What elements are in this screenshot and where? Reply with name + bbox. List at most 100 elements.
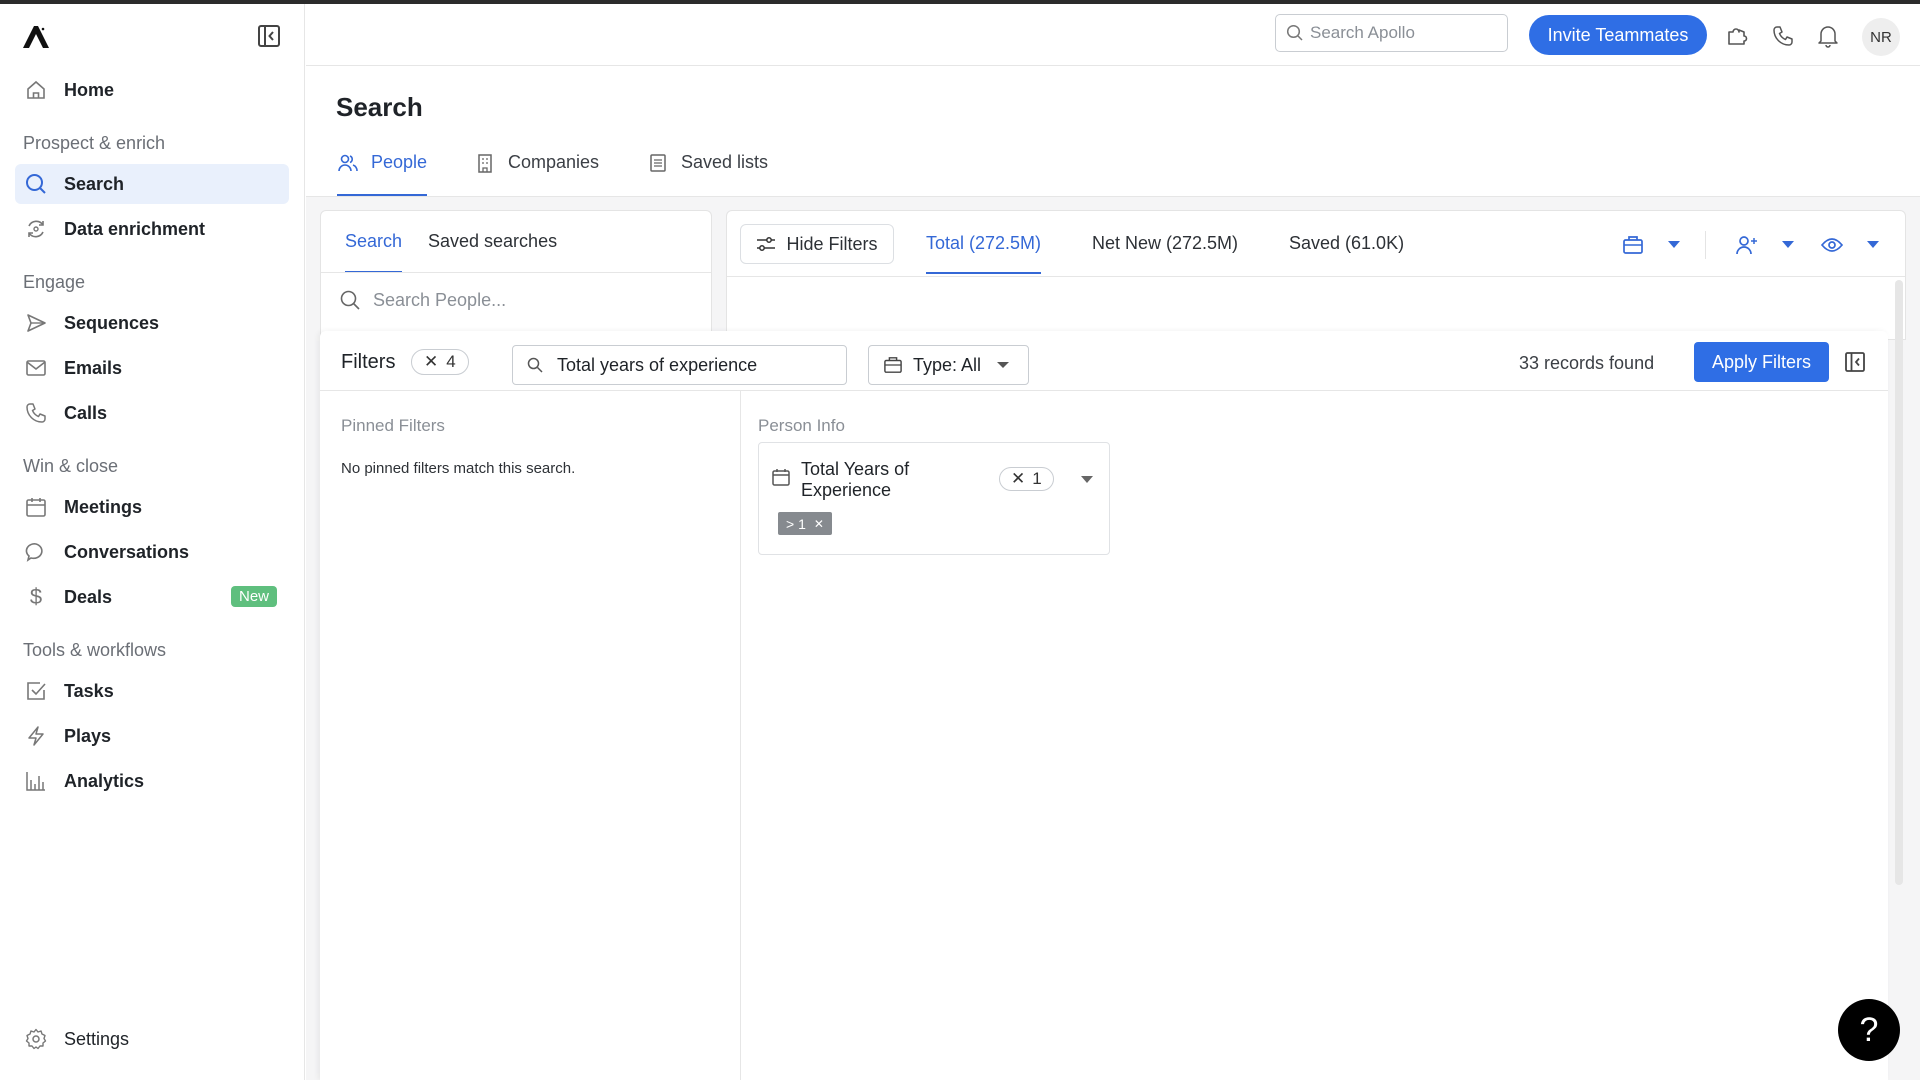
filter-card-count: 1 [1032, 469, 1042, 488]
sidebar-item-home[interactable]: Home [15, 70, 289, 110]
home-icon [23, 77, 49, 103]
filter-card-total-years-experience[interactable]: Total Years of Experience ✕ 1 > 1 ✕ [758, 442, 1110, 555]
tab-companies[interactable]: Companies [474, 152, 599, 196]
results-scrollbar[interactable] [1895, 280, 1903, 885]
user-avatar[interactable]: NR [1862, 18, 1900, 56]
sidebar-item-label: Sequences [64, 312, 160, 333]
chat-bubble-icon [23, 539, 49, 565]
people-search[interactable] [339, 289, 673, 311]
people-icon [337, 152, 359, 174]
sliders-icon [757, 237, 776, 251]
tab-saved-searches[interactable]: Saved searches [428, 231, 557, 271]
tab-label: Companies [508, 152, 600, 172]
tab-label: People [371, 152, 428, 172]
sidebar-item-label: Meetings [64, 496, 143, 517]
pinned-filters-title: Pinned Filters [341, 416, 445, 435]
filter-card-name: Total Years of Experience [801, 459, 910, 500]
search-icon [340, 290, 360, 310]
type-select-value: Type: All [913, 354, 982, 375]
collapse-sidebar-icon[interactable] [256, 23, 282, 49]
sidebar-item-meetings[interactable]: Meetings [15, 487, 289, 527]
tab-saved[interactable]: Saved (61.0K) [1289, 233, 1404, 272]
remove-chip-icon[interactable]: ✕ [814, 517, 824, 531]
type-select[interactable]: Type: All [868, 345, 1029, 385]
tab-total[interactable]: Total (272.5M) [926, 233, 1042, 274]
add-person-dropdown-caret[interactable] [1782, 241, 1794, 248]
add-person-icon[interactable] [1735, 233, 1759, 257]
sidebar-item-label: Calls [64, 402, 108, 423]
filters-header: Filters ✕ 4 Type: All 33 records found A… [320, 331, 1888, 391]
section-tools-workflows: Tools & workflows [23, 640, 167, 660]
sidebar-item-calls[interactable]: Calls [15, 393, 289, 433]
sidebar-item-tasks[interactable]: Tasks [15, 671, 289, 711]
sidebar-item-label: Home [64, 79, 115, 100]
global-search[interactable] [1275, 14, 1508, 52]
tab-search[interactable]: Search [345, 231, 403, 273]
eye-icon[interactable] [1820, 233, 1844, 257]
sidebar-item-search[interactable]: Search [15, 164, 289, 204]
sidebar-item-settings[interactable]: Settings [15, 1019, 289, 1059]
calendar-icon [23, 494, 49, 520]
close-icon: ✕ [424, 352, 439, 371]
clear-filters-pill[interactable]: ✕ 4 [411, 349, 469, 375]
sidebar-item-label: Analytics [64, 770, 145, 791]
pinned-filters-empty: No pinned filters match this search. [341, 460, 576, 477]
hide-filters-button[interactable]: Hide Filters [740, 224, 894, 264]
sidebar-item-deals[interactable]: $ Deals New [15, 577, 289, 617]
apollo-logo-icon[interactable] [20, 22, 52, 52]
sidebar-item-plays[interactable]: Plays [15, 716, 289, 756]
sidebar-item-sequences[interactable]: Sequences [15, 303, 289, 343]
bar-chart-icon [23, 768, 49, 794]
tab-net-new[interactable]: Net New (272.5M) [1092, 233, 1238, 272]
search-icon [1286, 24, 1303, 41]
divider [727, 276, 1905, 277]
collapse-filters-icon[interactable] [1844, 351, 1866, 373]
tab-label: Saved lists [681, 152, 769, 172]
mail-icon [23, 355, 49, 381]
apply-filters-button[interactable]: Apply Filters [1694, 342, 1829, 382]
divider [321, 272, 711, 273]
help-button[interactable]: ? [1838, 999, 1900, 1061]
filters-title: Filters [341, 351, 396, 373]
filter-count: 4 [446, 352, 456, 371]
hide-filters-label: Hide Filters [786, 233, 878, 254]
chevron-down-icon[interactable] [1081, 476, 1093, 483]
toolbar-separator [1705, 231, 1706, 259]
gear-icon [23, 1026, 49, 1052]
sidebar-item-label: Tasks [64, 680, 114, 701]
phone-icon [23, 400, 49, 426]
filter-search-input[interactable] [557, 354, 827, 376]
checkbox-icon [23, 678, 49, 704]
puzzle-icon[interactable] [1724, 23, 1750, 49]
close-icon: ✕ [1011, 469, 1026, 488]
filter-value-chip: > 1 ✕ [778, 512, 832, 535]
column-divider [740, 391, 741, 1080]
eye-dropdown-caret[interactable] [1867, 241, 1879, 248]
global-search-input[interactable] [1310, 23, 1500, 43]
people-search-input[interactable] [373, 289, 673, 311]
briefcase-dropdown-caret[interactable] [1668, 241, 1680, 248]
sidebar-item-label: Plays [64, 725, 112, 746]
chevron-down-icon [997, 362, 1010, 368]
phone-icon[interactable] [1770, 23, 1796, 49]
sidebar-item-emails[interactable]: Emails [15, 348, 289, 388]
chip-label: > 1 [786, 515, 806, 532]
calendar-icon [772, 469, 790, 486]
section-win-close: Win & close [23, 456, 119, 476]
sidebar-item-analytics[interactable]: Analytics [15, 761, 289, 801]
data-enrichment-icon [23, 216, 49, 242]
search-panel: Search Saved searches [320, 210, 712, 340]
bell-icon[interactable] [1815, 23, 1841, 49]
section-prospect-enrich: Prospect & enrich [23, 133, 166, 153]
briefcase-icon[interactable] [1621, 233, 1645, 257]
filter-card-clear-pill[interactable]: ✕ 1 [999, 467, 1054, 491]
filters-overlay: Filters ✕ 4 Type: All 33 records found A… [320, 331, 1888, 1080]
invite-teammates-button[interactable]: Invite Teammates [1529, 15, 1707, 55]
sidebar-item-data-enrichment[interactable]: Data enrichment [15, 209, 289, 249]
tab-people[interactable]: People [337, 152, 428, 196]
tab-saved-lists[interactable]: Saved lists [647, 152, 768, 196]
send-icon [23, 310, 49, 336]
sidebar-item-conversations[interactable]: Conversations [15, 532, 289, 572]
lightning-icon [23, 723, 49, 749]
filter-search[interactable] [512, 345, 847, 385]
